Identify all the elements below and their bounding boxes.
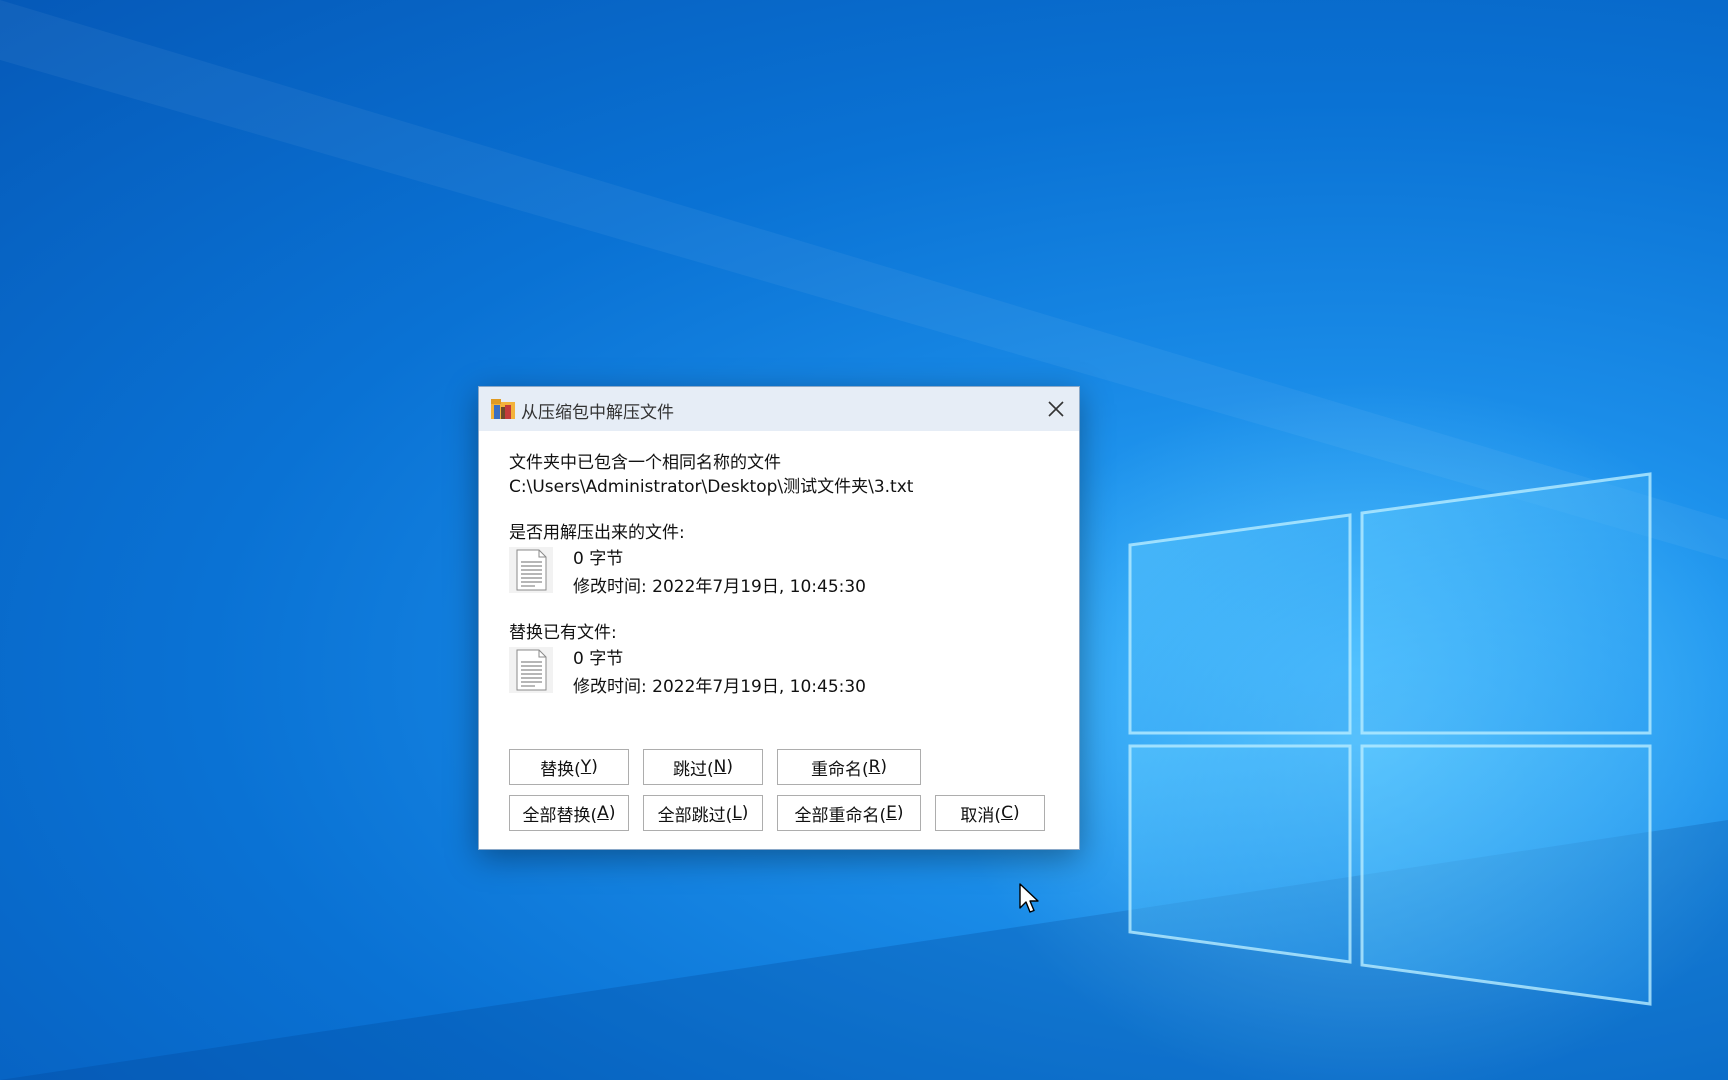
conflict-file-path: C:\Users\Administrator\Desktop\测试文件夹\3.t… (509, 477, 914, 497)
dialog-content: 文件夹中已包含一个相同名称的文件 C:\Users\Administrator\… (509, 451, 1059, 701)
replace-button-key: Y (580, 757, 592, 777)
skip-button[interactable]: 跳过(N) (643, 749, 763, 785)
mouse-pointer-icon (1019, 883, 1041, 919)
replace-button-end: ) (591, 757, 598, 777)
extracted-file-size: 0 字节 (573, 549, 624, 569)
rename-button-key: R (868, 757, 881, 777)
archive-folder-icon (491, 399, 515, 419)
dialog-title: 从压缩包中解压文件 (521, 403, 674, 423)
extracted-file-info: 0 字节 修改时间: 2022年7月19日, 10:45:30 (509, 545, 1059, 601)
extracted-file-heading: 是否用解压出来的文件: (509, 523, 685, 543)
close-button[interactable] (1033, 387, 1079, 431)
replace-button-label: 替换( (540, 759, 581, 780)
skip-all-button[interactable]: 全部跳过(L) (643, 795, 763, 831)
cancel-button-key: C (1001, 803, 1013, 823)
cancel-button-label: 取消( (960, 805, 1002, 826)
cancel-button-end: ) (1012, 803, 1020, 823)
replace-all-button-end: ) (608, 803, 616, 823)
rename-all-button-end: ) (896, 803, 904, 823)
skip-button-key: N (713, 757, 727, 777)
replace-all-button[interactable]: 全部替换(A) (509, 795, 629, 831)
rename-all-button[interactable]: 全部重命名(E) (777, 795, 921, 831)
skip-all-button-label: 全部跳过( (657, 805, 733, 826)
rename-button-label: 重命名( (810, 759, 869, 780)
close-icon (1048, 401, 1064, 417)
existing-file-size: 0 字节 (573, 649, 624, 669)
text-file-icon (509, 547, 553, 593)
extract-conflict-dialog: 从压缩包中解压文件 文件夹中已包含一个相同名称的文件 C:\Users\Admi… (478, 386, 1080, 850)
existing-file-modified: 修改时间: 2022年7月19日, 10:45:30 (573, 677, 867, 697)
existing-file-heading: 替换已有文件: (509, 623, 617, 643)
skip-button-end: ) (726, 757, 733, 777)
rename-all-button-key: E (886, 803, 897, 823)
existing-file-info: 0 字节 修改时间: 2022年7月19日, 10:45:30 (509, 645, 1059, 701)
replace-button[interactable]: 替换(Y) (509, 749, 629, 785)
rename-button-end: ) (880, 757, 888, 777)
skip-button-label: 跳过( (673, 759, 714, 780)
conflict-message: 文件夹中已包含一个相同名称的文件 (509, 453, 781, 473)
extracted-file-modified: 修改时间: 2022年7月19日, 10:45:30 (573, 577, 867, 597)
dialog-titlebar[interactable]: 从压缩包中解压文件 (479, 387, 1079, 431)
skip-all-button-key: L (732, 803, 742, 823)
rename-button[interactable]: 重命名(R) (777, 749, 921, 785)
skip-all-button-end: ) (741, 803, 749, 823)
text-file-icon (509, 647, 553, 693)
rename-all-button-label: 全部重命名( (794, 805, 887, 826)
replace-all-button-key: A (597, 803, 609, 823)
replace-all-button-label: 全部替换( (522, 805, 598, 826)
cancel-button[interactable]: 取消(C) (935, 795, 1045, 831)
